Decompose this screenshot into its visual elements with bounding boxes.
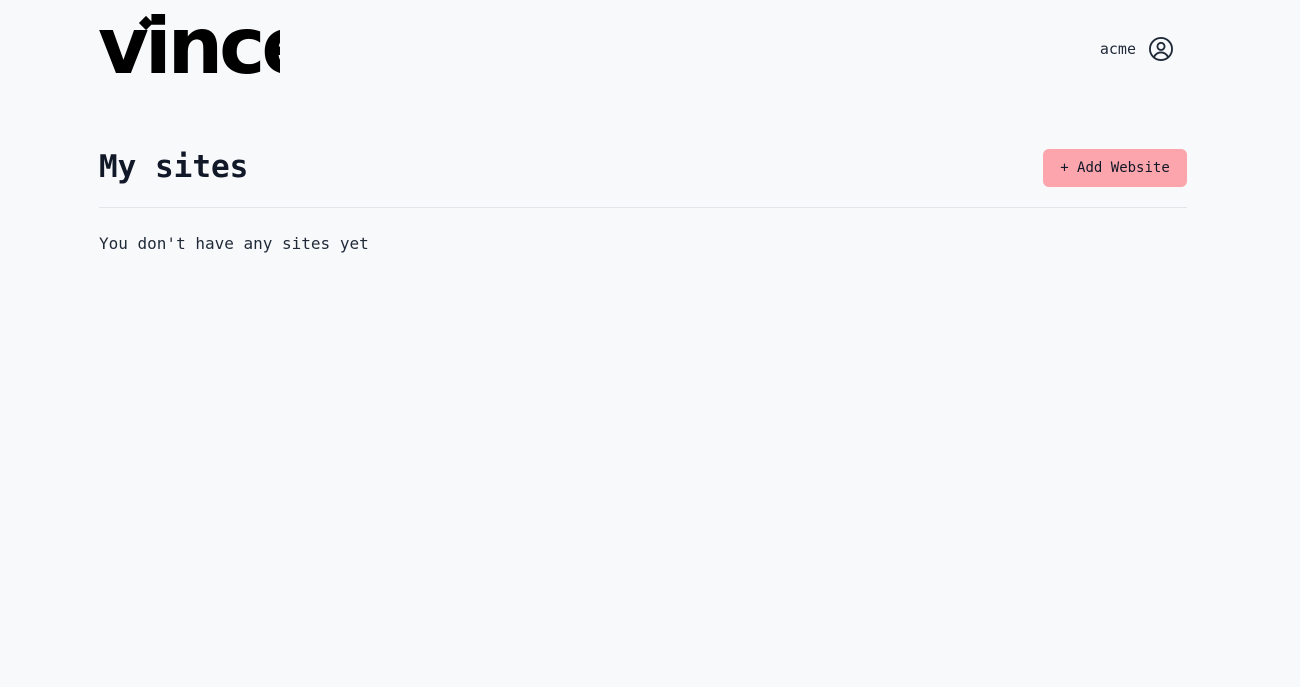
user-name: acme (1099, 40, 1136, 58)
add-website-button[interactable]: + Add Website (1043, 149, 1187, 187)
user-menu[interactable]: acme (1100, 36, 1174, 62)
divider (99, 207, 1187, 208)
empty-state-message: You don't have any sites yet (99, 234, 369, 253)
logo[interactable]: vince (98, 2, 315, 92)
user-circle-icon[interactable] (1148, 36, 1174, 62)
logo-text: vince (98, 14, 280, 78)
vince-logo: vince (98, 2, 315, 92)
page-title: My sites (99, 149, 249, 185)
page-header: My sites + Add Website (99, 148, 1187, 188)
